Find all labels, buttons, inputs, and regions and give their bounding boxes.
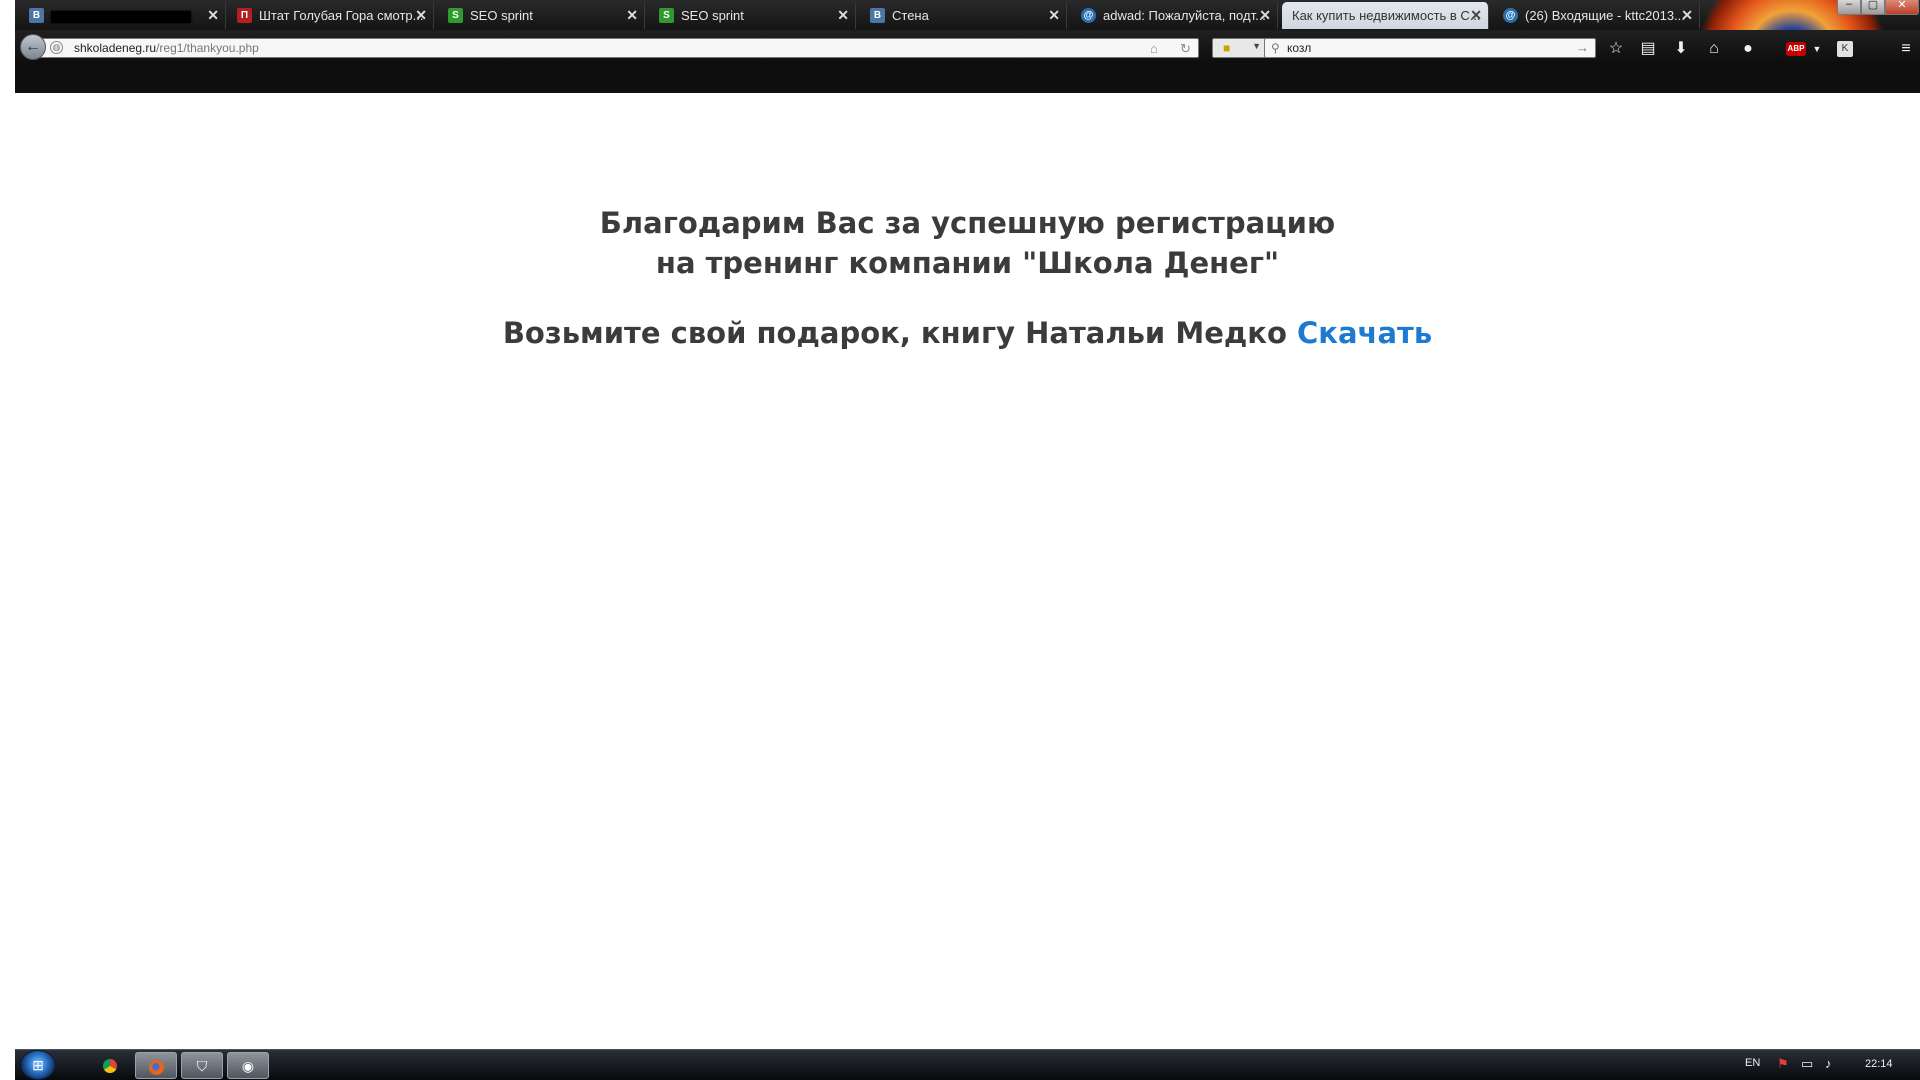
thank-you-block: Благодарим Вас за успешную регистрацию н…	[15, 203, 1920, 353]
seosprint-icon: S	[659, 8, 674, 23]
windows-logo-icon: ⊞	[32, 1057, 44, 1073]
tab-3[interactable]: S SEO sprint ✕	[438, 2, 645, 29]
network-icon[interactable]: ▭	[1801, 1056, 1813, 1072]
gift-text: Возьмите свой подарок, книгу Натальи Мед…	[502, 316, 1287, 350]
tab-4[interactable]: S SEO sprint ✕	[649, 2, 856, 29]
mail-icon: @	[1503, 8, 1518, 23]
language-indicator[interactable]: EN	[1745, 1057, 1760, 1069]
action-center-icon[interactable]: ⚑	[1777, 1056, 1789, 1072]
thank-you-line-2: на тренинг компании "Школа Денег"	[655, 246, 1280, 280]
search-engine-icon: ■	[1223, 41, 1231, 55]
back-arrow-icon: ←	[25, 38, 41, 55]
tab-title: SEO sprint	[470, 8, 533, 23]
tab-5[interactable]: В Стена ✕	[860, 2, 1067, 29]
close-icon[interactable]: ✕	[415, 2, 427, 29]
close-icon: ✕	[1897, 0, 1907, 11]
reload-icon[interactable]: ↻	[1180, 40, 1191, 57]
tab-strip: В ✕ П Штат Голубая Гора смотр... ✕ S SEO…	[15, 0, 1920, 30]
vk-icon: В	[870, 8, 885, 23]
tab-2[interactable]: П Штат Голубая Гора смотр... ✕	[227, 2, 434, 29]
home-icon[interactable]: ⌂	[1703, 38, 1725, 60]
close-icon[interactable]: ✕	[1470, 2, 1482, 29]
redacted-tab-title	[51, 10, 191, 23]
adblock-icon[interactable]: ABP	[1786, 42, 1806, 56]
menu-icon[interactable]: ≡	[1895, 38, 1917, 60]
start-button[interactable]: ⊞	[20, 1050, 56, 1080]
bookmarks-toolbar	[15, 64, 1920, 93]
tab-title: Штат Голубая Гора смотр...	[259, 8, 424, 23]
tab-title: Как купить недвижимость в С...	[1292, 8, 1481, 23]
chevron-down-icon: ▼	[1252, 41, 1261, 51]
tab-title: (26) Входящие - kttc2013...	[1525, 8, 1685, 23]
close-icon[interactable]: ✕	[207, 2, 219, 29]
app-icon: ◉	[241, 1058, 255, 1074]
tab-title: SEO sprint	[681, 8, 744, 23]
browser-chrome: В ✕ П Штат Голубая Гора смотр... ✕ S SEO…	[15, 0, 1920, 93]
tab-6[interactable]: @ adwad: Пожалуйста, подт... ✕	[1071, 2, 1278, 29]
minimize-button[interactable]: ‒	[1837, 0, 1861, 15]
taskbar-app-4[interactable]: ◉	[227, 1052, 269, 1079]
search-icon: ⚲	[1271, 41, 1280, 55]
maximize-icon: ▢	[1867, 0, 1879, 11]
download-icon[interactable]: ⬇	[1670, 38, 1692, 60]
tab-title: adwad: Пожалуйста, подт...	[1103, 8, 1266, 23]
seosprint-icon: S	[448, 8, 463, 23]
vk-icon: В	[29, 8, 44, 23]
taskbar-chrome[interactable]	[89, 1052, 131, 1079]
taskbar: ⊞ ⛉ ◉ EN ⚑ ▭ ♪ 22:14	[15, 1049, 1920, 1080]
clock[interactable]: 22:14	[1865, 1058, 1893, 1070]
close-icon[interactable]: ✕	[1259, 2, 1271, 29]
thank-you-line-1: Благодарим Вас за успешную регистрацию	[599, 206, 1336, 240]
search-input[interactable]	[1287, 39, 1547, 57]
extension-k-icon[interactable]: K	[1837, 41, 1853, 57]
gift-line: Возьмите свой подарок, книгу Натальи Мед…	[15, 313, 1920, 353]
chevron-down-icon[interactable]: ▼	[1806, 38, 1828, 60]
tab-7-active[interactable]: Как купить недвижимость в С... ✕	[1282, 2, 1489, 29]
maximize-button[interactable]: ▢	[1861, 0, 1885, 15]
tab-1[interactable]: В ✕	[19, 2, 226, 29]
close-icon[interactable]: ✕	[626, 2, 638, 29]
address-bar[interactable]: ◍ shkoladeneg.ru/reg1/thankyou.php ⌂ ↻	[39, 38, 1199, 58]
tv-icon: П	[237, 8, 252, 23]
search-engine-button[interactable]: ■ ▼	[1212, 38, 1268, 58]
close-icon[interactable]: ✕	[1048, 2, 1060, 29]
url-text[interactable]: shkoladeneg.ru/reg1/thankyou.php	[74, 39, 259, 58]
url-path: /reg1/thankyou.php	[156, 41, 259, 55]
volume-icon[interactable]: ♪	[1825, 1056, 1832, 1071]
search-bar[interactable]: ⚲ →	[1264, 38, 1596, 58]
bookmark-star-icon[interactable]: ☆	[1605, 38, 1627, 60]
close-window-button[interactable]: ✕	[1885, 0, 1919, 15]
browser-window: В ✕ П Штат Голубая Гора смотр... ✕ S SEO…	[0, 0, 1920, 1080]
tab-8[interactable]: @ (26) Входящие - kttc2013... ✕	[1493, 2, 1700, 29]
minimize-icon: ‒	[1845, 0, 1853, 10]
search-go-icon[interactable]: →	[1576, 40, 1589, 55]
download-link[interactable]: Скачать	[1297, 316, 1432, 350]
site-identity-icon[interactable]: ◍	[50, 41, 63, 54]
chrome-icon	[103, 1059, 117, 1074]
mail-icon: @	[1081, 8, 1096, 23]
taskbar-firefox[interactable]	[135, 1052, 177, 1079]
back-button[interactable]: ←	[20, 34, 46, 60]
bookmarks-list-icon[interactable]: ▤	[1637, 38, 1659, 60]
page-content: Благодарим Вас за успешную регистрацию н…	[15, 93, 1920, 1049]
url-domain: shkoladeneg.ru	[74, 41, 157, 55]
taskbar-app-3[interactable]: ⛉	[181, 1052, 223, 1079]
close-icon[interactable]: ✕	[837, 2, 849, 29]
navigation-bar: ◍ shkoladeneg.ru/reg1/thankyou.php ⌂ ↻ ←…	[15, 30, 1920, 64]
tab-title: Стена	[892, 8, 929, 23]
thank-you-heading: Благодарим Вас за успешную регистрацию н…	[15, 203, 1920, 283]
firefox-icon	[148, 1059, 164, 1075]
shield-icon: ⛉	[196, 1058, 208, 1074]
chat-icon[interactable]: ●	[1737, 38, 1759, 60]
home-icon[interactable]: ⌂	[1150, 40, 1158, 57]
